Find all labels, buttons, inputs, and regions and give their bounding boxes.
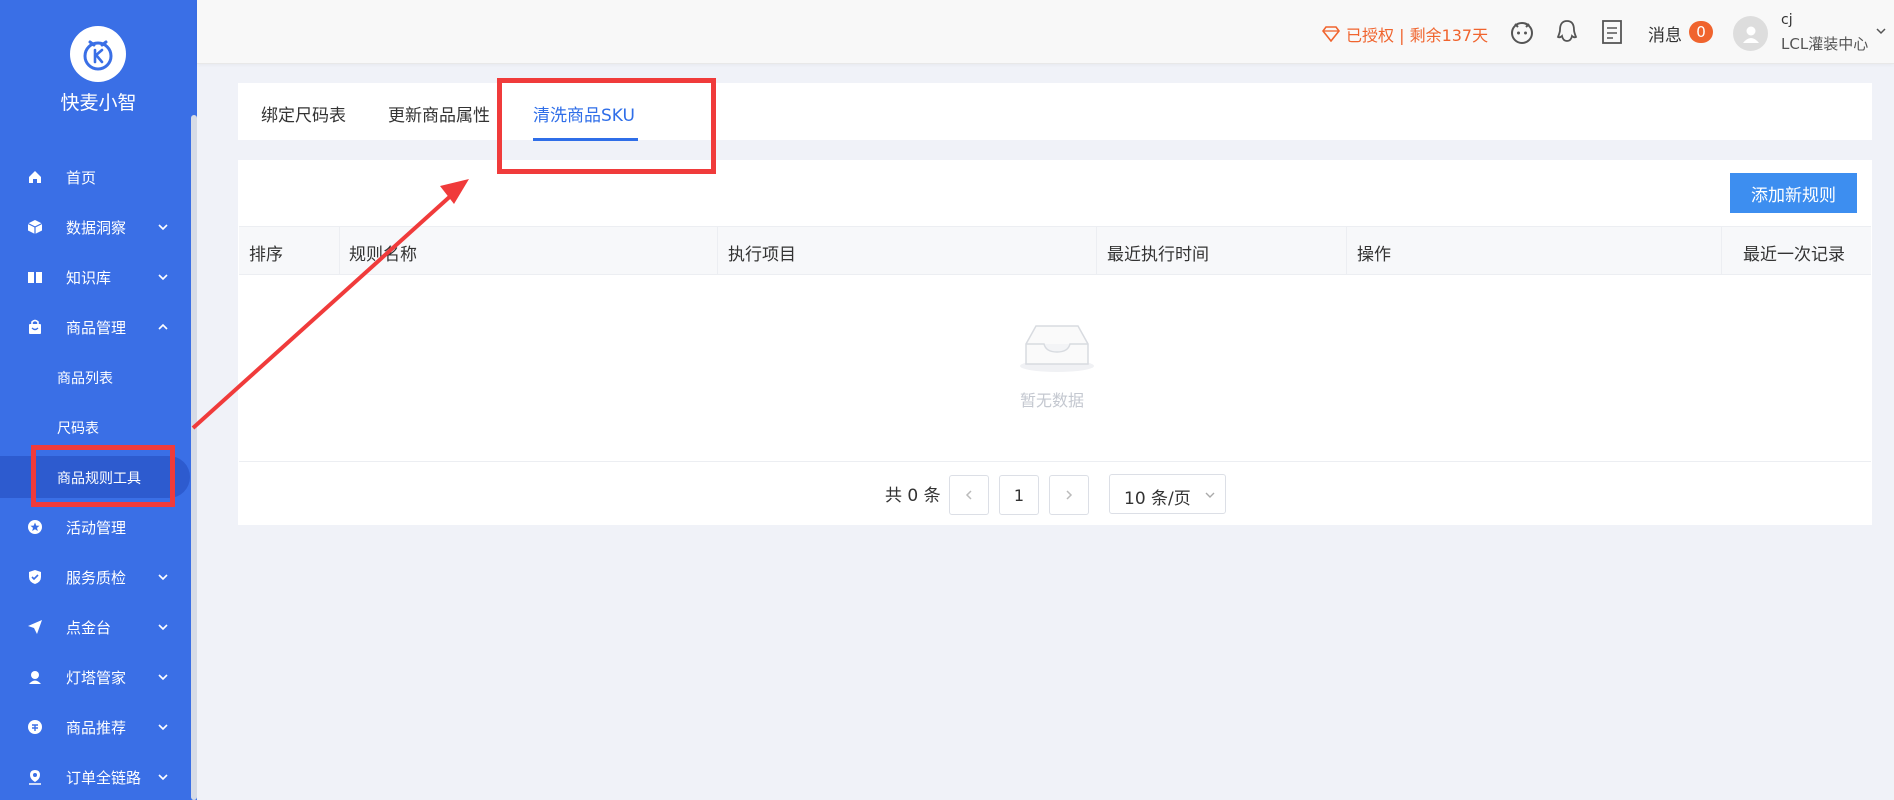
chevron-up-icon (158, 323, 168, 330)
messages-count-badge[interactable]: 0 (1689, 21, 1713, 43)
total-count: 共 0 条 (885, 486, 941, 506)
sidebar-item-label: 点金台 (66, 619, 112, 637)
column-header[interactable]: 最近一次记录 (1743, 240, 1845, 265)
column-divider (1346, 227, 1347, 276)
sidebar-item-label: 数据洞察 (66, 219, 127, 237)
chevron-down-icon[interactable] (1874, 24, 1888, 38)
prev-page-button[interactable] (949, 475, 989, 515)
user-organization[interactable]: LCL灌装中心 (1781, 33, 1868, 54)
chevron-down-icon (158, 574, 168, 581)
column-header[interactable]: 规则名称 (349, 240, 417, 265)
sidebar-item-product-recommend[interactable]: 商品推荐 (0, 708, 190, 746)
sidebar-item-lighthouse[interactable]: 灯塔管家 (0, 658, 190, 696)
sidebar-item-label: 商品推荐 (66, 719, 127, 737)
top-header (197, 0, 1894, 64)
next-page-button[interactable] (1049, 475, 1089, 515)
chevron-left-icon (965, 490, 972, 500)
sidebar-item-label: 活动管理 (66, 519, 127, 537)
chevron-right-icon (1066, 490, 1073, 500)
sidebar-item-service-qa[interactable]: 服务质检 (0, 558, 190, 596)
sidebar-item-label: 灯塔管家 (66, 669, 127, 687)
tab-bind-size-chart[interactable]: 绑定尺码表 (261, 101, 346, 126)
chevron-down-icon (158, 674, 168, 681)
logo-icon (83, 40, 113, 71)
person-icon (26, 668, 44, 686)
column-header[interactable]: 执行项目 (728, 240, 796, 265)
sidebar-item-dianjintai[interactable]: 点金台 (0, 608, 190, 646)
shield-check-icon (26, 568, 44, 586)
paper-plane-icon (26, 618, 44, 636)
chevron-down-icon (158, 724, 168, 731)
sidebar-item-label: 服务质检 (66, 569, 127, 587)
diamond-icon (1322, 26, 1340, 42)
messages-label[interactable]: 消息 (1648, 21, 1682, 46)
sidebar-item-label: 订单全链路 (66, 769, 142, 787)
chevron-down-icon (158, 224, 168, 231)
empty-state-text: 暂无数据 (1020, 391, 1085, 410)
empty-inbox-icon (1020, 325, 1094, 372)
cube-icon (26, 218, 44, 236)
sidebar-scrollbar[interactable] (191, 115, 197, 800)
annotation-box-tab (497, 78, 716, 174)
column-divider (1096, 227, 1097, 276)
brand-logo (70, 26, 126, 82)
table-header: 排序 规则名称 执行项目 最近执行时间 操作 最近一次记录 (239, 226, 1871, 276)
qq-icon[interactable] (1553, 18, 1581, 46)
home-icon (26, 168, 44, 186)
license-text: 已授权 | 剩余137天 (1346, 26, 1489, 45)
star-icon (26, 518, 44, 536)
column-divider (1721, 227, 1722, 276)
sidebar: 快麦小智 首页 数据洞察 知识库 商品管理 商品列表 尺码表 商品规则工具 活动… (0, 0, 197, 800)
bag-icon (26, 318, 44, 336)
location-icon (26, 768, 44, 786)
column-divider (339, 227, 340, 276)
sidebar-item-activity[interactable]: 活动管理 (0, 508, 190, 546)
column-header[interactable]: 最近执行时间 (1107, 240, 1209, 265)
column-header[interactable]: 操作 (1357, 240, 1391, 265)
annotation-box-sidebar (31, 445, 175, 507)
sidebar-item-order-chain[interactable]: 订单全链路 (0, 758, 190, 796)
avatar[interactable] (1733, 16, 1768, 51)
sidebar-item-home[interactable]: 首页 (0, 158, 190, 196)
sidebar-item-label: 商品管理 (66, 319, 127, 337)
column-divider (717, 227, 718, 276)
chevron-down-icon (1205, 492, 1215, 498)
chevron-down-icon (158, 624, 168, 631)
chevron-down-icon (158, 274, 168, 281)
sidebar-item-label: 首页 (66, 169, 97, 187)
book-icon (26, 268, 44, 286)
page-size-value: 10 条/页 (1124, 489, 1191, 509)
sidebar-item-product-management[interactable]: 商品管理 (0, 308, 190, 346)
robot-icon[interactable] (1508, 18, 1536, 46)
brand-name: 快麦小智 (60, 92, 137, 114)
page-number-button[interactable]: 1 (999, 475, 1039, 515)
column-header[interactable]: 排序 (249, 240, 283, 265)
sidebar-item-knowledge[interactable]: 知识库 (0, 258, 190, 296)
chevron-down-icon (158, 774, 168, 781)
user-icon (1742, 26, 1759, 43)
sidebar-subitem-label: 尺码表 (57, 421, 99, 437)
sidebar-subitem-product-list[interactable]: 商品列表 (0, 358, 190, 396)
tab-update-attributes[interactable]: 更新商品属性 (388, 101, 490, 126)
add-rule-button[interactable]: 添加新规则 (1730, 173, 1857, 213)
recommend-icon (26, 718, 44, 736)
sidebar-subitem-label: 商品列表 (57, 371, 113, 387)
user-name[interactable]: cj (1781, 12, 1793, 28)
sidebar-subitem-size-chart[interactable]: 尺码表 (0, 408, 190, 446)
sidebar-item-label: 知识库 (66, 269, 112, 287)
page-size-select[interactable]: 10 条/页 (1109, 474, 1226, 514)
license-status: 已授权 | 剩余137天 (1322, 22, 1488, 46)
notes-icon[interactable] (1598, 18, 1626, 46)
sidebar-item-data-insight[interactable]: 数据洞察 (0, 208, 190, 246)
